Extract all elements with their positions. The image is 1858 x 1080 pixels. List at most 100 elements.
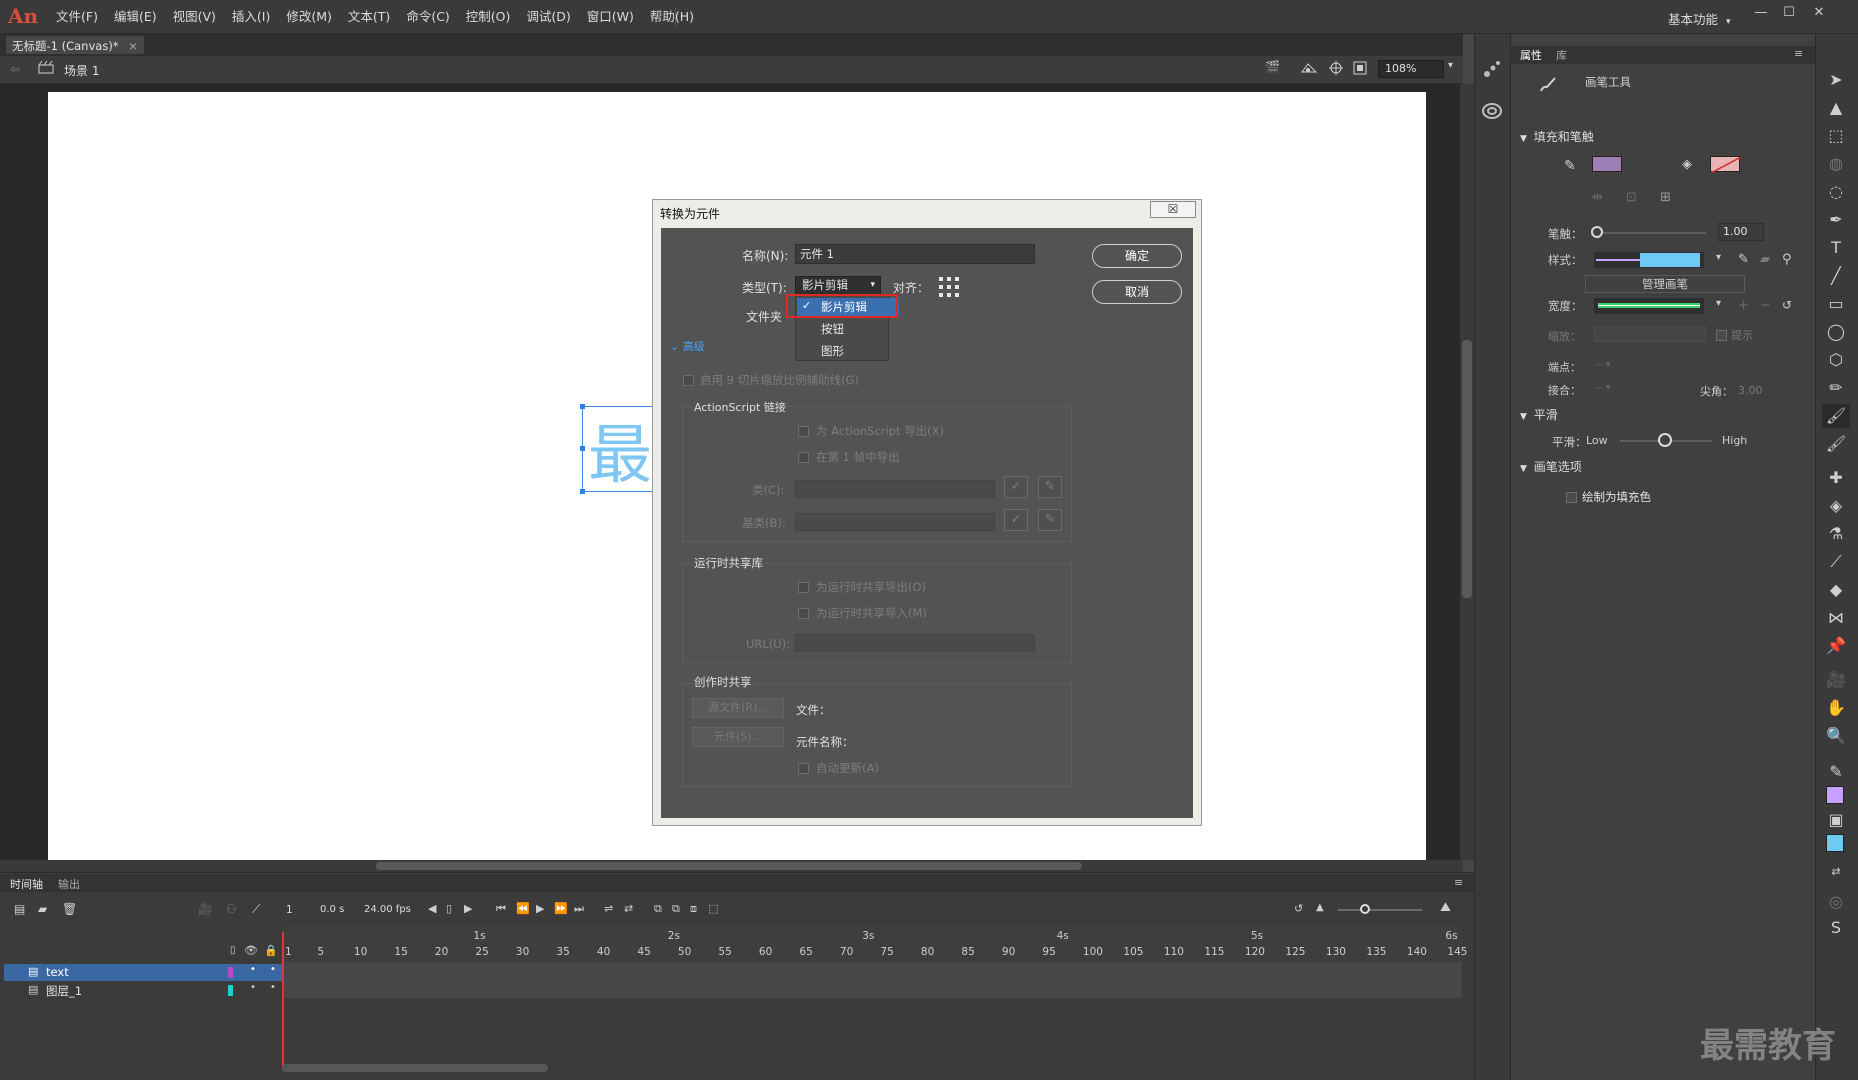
layer-row-text[interactable]: ▤ text • • (4, 964, 282, 981)
cc-libraries-icon[interactable] (1481, 100, 1503, 122)
type-option-button[interactable]: 按钮 (821, 321, 844, 337)
selection-handle[interactable] (580, 446, 585, 451)
eyedropper-tool-icon[interactable]: ⟋ (1822, 550, 1850, 574)
menu-file[interactable]: 文件(F) (48, 0, 106, 34)
eraser-tool-icon[interactable]: ◆ (1822, 578, 1850, 602)
brush-options-section[interactable]: ▼ 画笔选项 (1520, 458, 1582, 475)
tab-output[interactable]: 输出 (58, 876, 80, 892)
menu-view[interactable]: 视图(V) (165, 0, 224, 34)
maximize-button[interactable]: ☐ (1778, 4, 1800, 22)
vertical-scroll-thumb[interactable] (1462, 340, 1472, 598)
camera-tool-icon[interactable]: 🎥 (1822, 668, 1850, 692)
menu-edit[interactable]: 编辑(E) (106, 0, 165, 34)
clip-content-icon[interactable] (1352, 60, 1368, 76)
edit-base-class-icon[interactable]: ✎ (1038, 509, 1062, 531)
draw-as-fill-checkbox[interactable] (1566, 492, 1577, 503)
brush-library-icon[interactable]: ▰ (1760, 252, 1770, 267)
panel-menu-icon[interactable]: ≡ (1794, 47, 1803, 60)
scene-label[interactable]: 场景 1 (64, 62, 99, 79)
asset-warp-tool-icon[interactable]: 📌 (1822, 634, 1850, 658)
go-to-first-frame-icon[interactable]: ⏮ (496, 902, 506, 916)
bone-tool-icon[interactable]: ✚ (1822, 466, 1850, 490)
symbol-name-input[interactable]: 元件 1 (795, 244, 1035, 264)
new-layer-icon[interactable]: ▤ (14, 902, 25, 916)
zoom-dropdown-icon[interactable]: ▾ (1448, 60, 1453, 71)
scale-select[interactable] (1594, 326, 1706, 342)
selection-tool-icon[interactable]: ➤ (1822, 68, 1850, 92)
timeline-scale-slider[interactable] (1338, 909, 1422, 911)
paint-brush-tool-icon[interactable]: 🖌 (1822, 432, 1850, 456)
tool-fill-color-swatch[interactable] (1826, 834, 1844, 852)
edit-multiple-frames-icon[interactable]: ⧈ (690, 902, 697, 916)
width-profile-preview[interactable] (1594, 298, 1704, 314)
minimize-button[interactable]: — (1750, 4, 1772, 22)
type-option-graphic[interactable]: 图形 (821, 343, 844, 359)
align-stroke-outside-icon[interactable]: ⊞ (1660, 190, 1671, 205)
hint-checkbox[interactable] (1716, 330, 1727, 341)
width-dropdown-icon[interactable]: ▾ (1716, 298, 1721, 309)
layer-color-indicator[interactable] (228, 985, 233, 996)
current-frame[interactable]: 1 (286, 904, 293, 916)
menu-modify[interactable]: 修改(M) (278, 0, 340, 34)
center-stage-icon[interactable] (1328, 60, 1344, 76)
url-input[interactable] (795, 634, 1035, 652)
new-folder-icon[interactable]: ▰ (38, 902, 47, 916)
zoom-in-timeline-icon[interactable]: ⛰ (1440, 900, 1451, 915)
go-to-last-frame-icon[interactable]: ⏭ (574, 902, 584, 916)
reset-timeline-scale-icon[interactable]: ↺ (1294, 902, 1303, 915)
oval-tool-icon[interactable]: ◯ (1822, 320, 1850, 344)
object-drawing-icon[interactable]: ◎ (1822, 890, 1850, 914)
fill-stroke-section[interactable]: ▼ 填充和笔触 (1520, 128, 1594, 145)
tab-library[interactable]: 库 (1556, 47, 1567, 63)
validate-base-class-icon[interactable]: ✓ (1004, 509, 1028, 531)
line-tool-icon[interactable]: ╱ (1822, 264, 1850, 288)
stroke-value-input[interactable]: 1.00 (1718, 223, 1764, 241)
brush-settings-icon[interactable]: ⚲ (1782, 252, 1792, 267)
polystar-tool-icon[interactable]: ⬡ (1822, 348, 1850, 372)
class-input[interactable] (795, 480, 995, 498)
smoothing-section[interactable]: ▼ 平滑 (1520, 406, 1558, 423)
validate-class-icon[interactable]: ✓ (1004, 476, 1028, 498)
motion-presets-icon[interactable] (1481, 58, 1503, 80)
workspace-switcher[interactable]: 基本功能 ▾ (1668, 9, 1731, 28)
visibility-dot[interactable]: • (250, 982, 256, 993)
selection-handle[interactable] (580, 404, 585, 409)
reset-width-icon[interactable]: ↺ (1782, 298, 1792, 312)
edit-style-icon[interactable]: ✎ (1738, 252, 1749, 267)
cap-select[interactable]: — ▾ (1594, 360, 1624, 372)
menu-text[interactable]: 文本(T) (340, 0, 398, 34)
onion-skin-outlines-icon[interactable]: ⧉ (672, 902, 680, 916)
text-tool-icon[interactable]: T (1822, 236, 1850, 260)
stroke-slider-track[interactable] (1596, 232, 1706, 234)
zoom-tool-icon[interactable]: 🔍 (1822, 724, 1850, 748)
onion-skin-icon[interactable]: ⧉ (654, 902, 662, 916)
join-select[interactable]: — ▾ (1594, 383, 1624, 395)
menu-commands[interactable]: 命令(C) (398, 0, 457, 34)
timeline-scroll-thumb[interactable] (282, 1064, 548, 1072)
miter-value[interactable]: 3.00 (1738, 384, 1763, 397)
brush-tool-active-icon[interactable]: 🖌 (1822, 404, 1850, 428)
pen-tool-icon[interactable]: ✒ (1822, 208, 1850, 232)
stroke-color-swatch[interactable] (1592, 156, 1622, 172)
ink-bottle-tool-icon[interactable]: ⚗ (1822, 522, 1850, 546)
runtime-import-checkbox[interactable] (798, 608, 809, 619)
step-forward-icon[interactable]: ⏩ (554, 902, 568, 915)
highlight-layer-icon[interactable]: ▯ (230, 945, 236, 956)
ok-button[interactable]: 确定 (1092, 244, 1182, 268)
lock-layers-icon[interactable]: 🔒 (264, 944, 278, 957)
lock-dot[interactable]: • (270, 964, 276, 975)
close-tab-icon[interactable]: × (128, 39, 138, 53)
layer-color-indicator[interactable] (228, 967, 233, 978)
style-preview[interactable] (1594, 252, 1704, 268)
frame-rate[interactable]: 24.00 fps (364, 904, 411, 915)
add-keyframe-icon[interactable]: ▯ (446, 902, 452, 915)
graph-icon[interactable]: ⟋ (252, 902, 260, 917)
runtime-export-checkbox[interactable] (798, 582, 809, 593)
playhead[interactable] (282, 932, 284, 1070)
swap-colors-icon[interactable]: ⇄ (1822, 860, 1850, 884)
parent-view-icon[interactable]: ⚇ (226, 902, 237, 916)
rectangle-tool-icon[interactable]: ▭ (1822, 292, 1850, 316)
snap-to-objects-icon[interactable]: S (1822, 916, 1850, 940)
free-transform-tool-icon[interactable]: ⬚ (1822, 124, 1850, 148)
add-width-icon[interactable]: + (1738, 298, 1749, 313)
